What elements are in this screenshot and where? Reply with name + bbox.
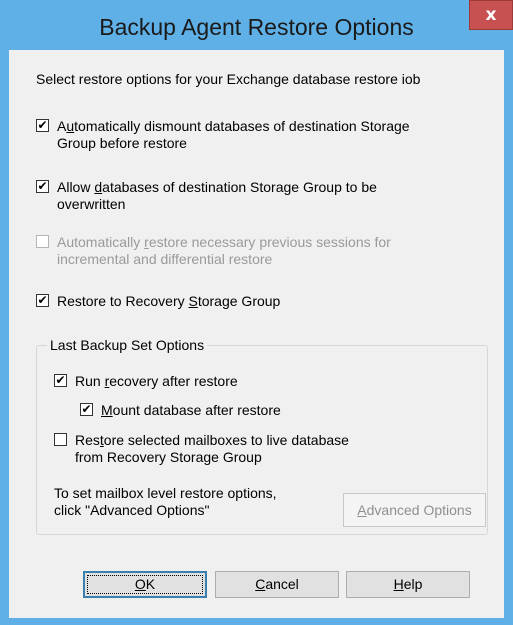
ok-button[interactable]: OK xyxy=(83,571,207,598)
last-backup-set-group: Last Backup Set Options ✔ Run recovery a… xyxy=(36,337,488,535)
advanced-options-button: Advanced Options xyxy=(343,493,486,527)
dialog-title: Backup Agent Restore Options xyxy=(99,14,414,40)
restore-mailboxes-checkbox[interactable] xyxy=(54,433,67,446)
overwrite-checkbox[interactable]: ✔ xyxy=(36,180,49,193)
restore-options-dialog: Backup Agent Restore Options x Select re… xyxy=(0,0,513,625)
advanced-options-note: To set mailbox level restore options, cl… xyxy=(54,485,277,518)
run-recovery-checkbox[interactable]: ✔ xyxy=(54,374,67,387)
help-button[interactable]: Help xyxy=(346,571,470,598)
previous-sessions-checkbox xyxy=(36,235,49,248)
dialog-body: Select restore options for your Exchange… xyxy=(9,50,504,618)
recovery-group-checkbox[interactable]: ✔ xyxy=(36,294,49,307)
close-button[interactable]: x xyxy=(469,0,513,30)
intro-text: Select restore options for your Exchange… xyxy=(36,71,421,87)
title-bar[interactable]: Backup Agent Restore Options x xyxy=(0,0,513,50)
cancel-button[interactable]: Cancel xyxy=(215,571,339,598)
mount-database-checkbox[interactable]: ✔ xyxy=(80,403,93,416)
group-legend: Last Backup Set Options xyxy=(47,337,208,354)
dismount-checkbox[interactable]: ✔ xyxy=(36,119,49,132)
